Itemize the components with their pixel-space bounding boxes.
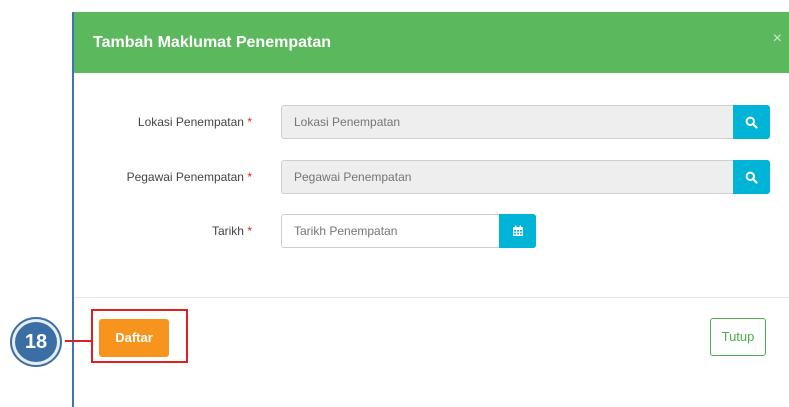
lokasi-label: Lokasi Penempatan * xyxy=(138,115,252,129)
tarikh-calendar-button[interactable] xyxy=(499,214,536,248)
callout-connector-line xyxy=(65,340,91,342)
close-icon[interactable]: × xyxy=(773,30,782,48)
callout-highlight-box xyxy=(91,309,188,363)
calendar-icon xyxy=(512,225,523,236)
pegawai-search-button[interactable] xyxy=(733,160,770,194)
pegawai-input[interactable] xyxy=(281,160,733,194)
required-mark: * xyxy=(247,170,252,184)
lokasi-search-button[interactable] xyxy=(733,105,770,139)
form-row-tarikh: Tarikh * xyxy=(74,214,789,250)
modal-title: Tambah Maklumat Penempatan xyxy=(93,34,331,51)
search-icon xyxy=(745,116,758,129)
modal-header: Tambah Maklumat Penempatan × xyxy=(74,12,789,73)
tutup-button[interactable]: Tutup xyxy=(710,318,766,356)
lokasi-input[interactable] xyxy=(281,105,733,139)
footer-divider xyxy=(74,297,789,298)
pegawai-label-text: Pegawai Penempatan xyxy=(126,170,244,184)
required-mark: * xyxy=(247,224,252,238)
tarikh-label-text: Tarikh xyxy=(211,224,244,238)
form-row-lokasi: Lokasi Penempatan * xyxy=(74,105,789,141)
required-mark: * xyxy=(247,115,252,129)
tarikh-input[interactable] xyxy=(281,214,499,248)
tarikh-label: Tarikh * xyxy=(212,224,252,238)
form-row-pegawai: Pegawai Penempatan * xyxy=(74,160,789,196)
pegawai-label: Pegawai Penempatan * xyxy=(127,170,252,184)
lokasi-label-text: Lokasi Penempatan xyxy=(137,115,244,129)
step-number-badge: 18 xyxy=(12,319,60,365)
search-icon xyxy=(745,171,758,184)
